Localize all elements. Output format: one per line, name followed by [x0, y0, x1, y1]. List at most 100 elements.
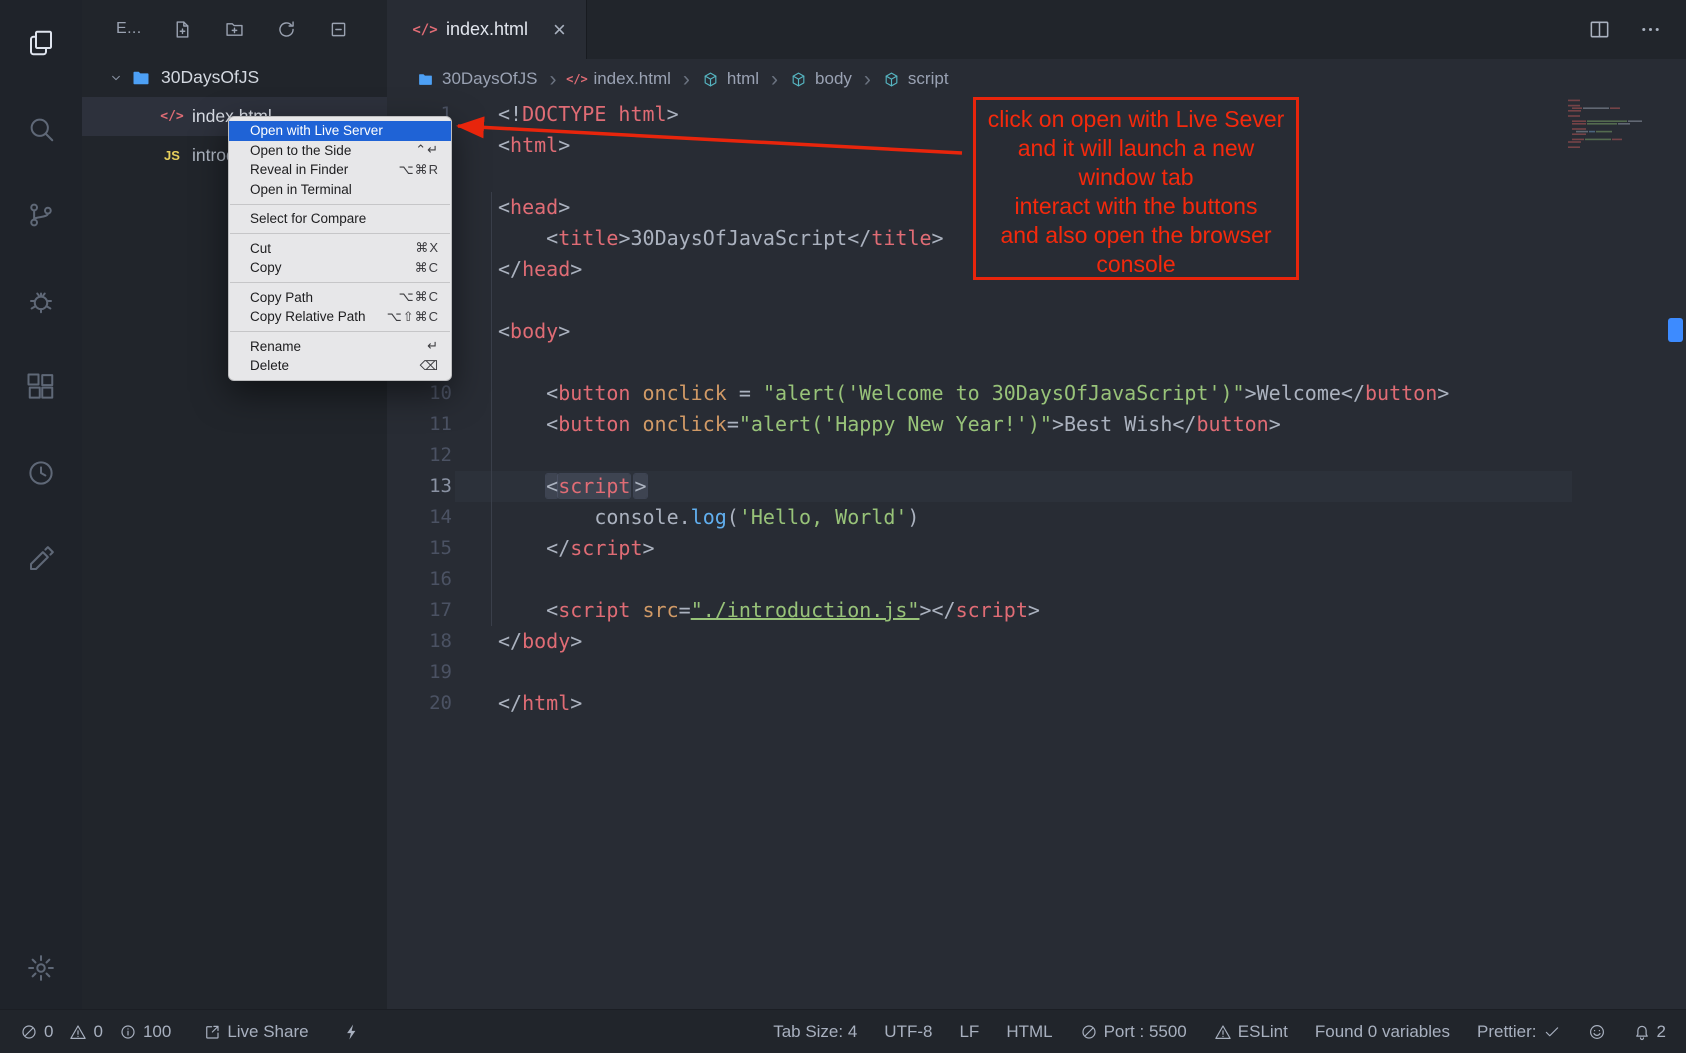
menu-item-open-in-terminal[interactable]: Open in Terminal [229, 180, 451, 200]
status-eslint[interactable]: ESLint [1214, 1022, 1288, 1042]
menu-item-delete[interactable]: Delete⌫ [229, 356, 451, 376]
split-editor-button[interactable] [1588, 18, 1611, 41]
activity-source-control-button[interactable] [26, 200, 56, 230]
menu-item-copy-relative-path[interactable]: Copy Relative Path⌥⇧⌘C [229, 307, 451, 327]
status-language-mode[interactable]: HTML [1006, 1022, 1052, 1042]
breadcrumb-separator: › [771, 69, 778, 90]
status-feedback[interactable] [1588, 1023, 1606, 1041]
folder-icon [131, 68, 151, 88]
new-file-button[interactable] [172, 19, 193, 40]
code-line-7[interactable]: 7 [387, 285, 1686, 316]
status-tab-size[interactable]: Tab Size: 4 [773, 1022, 857, 1042]
menu-separator [230, 331, 450, 332]
breadcrumb-body[interactable]: body [790, 69, 852, 89]
status-warnings[interactable]: 0 [69, 1022, 102, 1042]
code-line-15[interactable]: 15 </script> [387, 533, 1686, 564]
tree-item-30DaysOfJS[interactable]: 30DaysOfJS [82, 58, 387, 97]
vscode-window: E... 30DaysOfJS</>index.htmlJSintroducti… [0, 0, 1686, 1053]
status-prettier[interactable]: Prettier: [1477, 1022, 1561, 1042]
html-file-icon: </> [162, 107, 182, 127]
menu-item-select-for-compare[interactable]: Select for Compare [229, 209, 451, 229]
breadcrumb-script[interactable]: script [883, 69, 949, 89]
status-errors[interactable]: 0 [20, 1022, 53, 1042]
status-info[interactable]: 100 [119, 1022, 171, 1042]
code-line-10[interactable]: 10 <button onclick = "alert('Welcome to … [387, 378, 1686, 409]
more-actions-button[interactable] [1639, 18, 1662, 41]
code-line-18[interactable]: 18</body> [387, 626, 1686, 657]
code-line-19[interactable]: 19 [387, 657, 1686, 688]
warning-icon [69, 1023, 87, 1041]
menu-item-open-with-live-server[interactable]: Open with Live Server [229, 121, 451, 141]
annotation-line: interact with the buttons [976, 192, 1296, 221]
new-folder-button[interactable] [224, 19, 245, 40]
html-file-icon: </> [415, 20, 435, 40]
activity-explorer-button[interactable] [26, 28, 56, 58]
activity-settings-button[interactable] [26, 953, 56, 983]
code-line-17[interactable]: 17 <script src="./introduction.js"></scr… [387, 595, 1686, 626]
menu-item-copy[interactable]: Copy⌘C [229, 258, 451, 278]
line-number: 13 [387, 471, 452, 502]
tab-bar: </>index.html× [387, 0, 1686, 59]
activity-bar-bottom [26, 953, 56, 1009]
status-live-share[interactable]: Live Share [203, 1022, 308, 1042]
status-right: Tab Size: 4 UTF-8 LF HTML Port : 5500 ESLint F… [773, 1022, 1666, 1042]
menu-item-cut[interactable]: Cut⌘X [229, 239, 451, 259]
annotation-box: click on open with Live Severand it will… [973, 97, 1299, 280]
close-tab-icon[interactable]: × [553, 19, 566, 41]
status-notifications[interactable]: 2 [1633, 1022, 1666, 1042]
line-number: 19 [387, 657, 452, 688]
chevron-down-icon [108, 70, 124, 86]
status-variables[interactable]: Found 0 variables [1315, 1022, 1450, 1042]
code-line-13[interactable]: 13 <script> [387, 471, 1686, 502]
activity-feedback-pen-button[interactable] [26, 544, 56, 574]
breadcrumb: 30DaysOfJS›</>index.html›html›body›scrip… [387, 59, 1686, 99]
code-line-12[interactable]: 12 [387, 440, 1686, 471]
status-left: 00 100 Live Share [20, 1022, 361, 1042]
code-line-16[interactable]: 16 [387, 564, 1686, 595]
explorer-header: E... [82, 0, 387, 58]
line-number: 11 [387, 409, 452, 440]
activity-extensions-button[interactable] [26, 372, 56, 402]
code-line-20[interactable]: 20</html> [387, 688, 1686, 719]
editor-title-actions [1588, 0, 1686, 59]
line-number: 12 [387, 440, 452, 471]
activity-search-button[interactable] [26, 114, 56, 144]
lightning-icon [343, 1023, 361, 1041]
activity-debug-button[interactable] [26, 286, 56, 316]
menu-item-reveal-in-finder[interactable]: Reveal in Finder⌥⌘R [229, 160, 451, 180]
menu-separator [230, 233, 450, 234]
code-line-11[interactable]: 11 <button onclick="alert('Happy New Yea… [387, 409, 1686, 440]
html-file-icon: </> [568, 71, 585, 88]
status-bar: 00 100 Live Share Tab Size: 4 UTF-8 LF HTML Po… [0, 1009, 1686, 1053]
explorer-actions [172, 19, 349, 40]
activity-bar-top [26, 0, 56, 574]
line-number: 18 [387, 626, 452, 657]
folder-icon [417, 71, 434, 88]
breadcrumb-index.html[interactable]: </>index.html [568, 69, 670, 89]
menu-item-copy-path[interactable]: Copy Path⌥⌘C [229, 288, 451, 308]
code-line-14[interactable]: 14 console.log('Hello, World') [387, 502, 1686, 533]
code-line-9[interactable]: 9 [387, 347, 1686, 378]
annotation-line: console [976, 250, 1296, 279]
js-file-icon: JS [162, 146, 182, 166]
line-number: 14 [387, 502, 452, 533]
activity-history-button[interactable] [26, 458, 56, 488]
status-lightning[interactable] [343, 1023, 361, 1041]
annotation-line: click on open with Live Sever [976, 105, 1296, 134]
status-encoding[interactable]: UTF-8 [884, 1022, 932, 1042]
refresh-button[interactable] [276, 19, 297, 40]
breadcrumb-separator: › [549, 69, 556, 90]
minimap[interactable] [1564, 95, 1658, 153]
menu-item-open-to-the-side[interactable]: Open to the Side⌃↵ [229, 141, 451, 161]
code-line-8[interactable]: 8<body> [387, 316, 1686, 347]
collapse-all-button[interactable] [328, 19, 349, 40]
smiley-icon [1588, 1023, 1606, 1041]
line-number: 20 [387, 688, 452, 719]
status-eol[interactable]: LF [959, 1022, 979, 1042]
menu-item-rename[interactable]: Rename↵ [229, 337, 451, 357]
breadcrumb-30DaysOfJS[interactable]: 30DaysOfJS [417, 69, 537, 89]
status-port[interactable]: Port : 5500 [1080, 1022, 1187, 1042]
warning-icon [1214, 1023, 1232, 1041]
breadcrumb-html[interactable]: html [702, 69, 759, 89]
tab-index.html[interactable]: </>index.html× [387, 0, 587, 59]
